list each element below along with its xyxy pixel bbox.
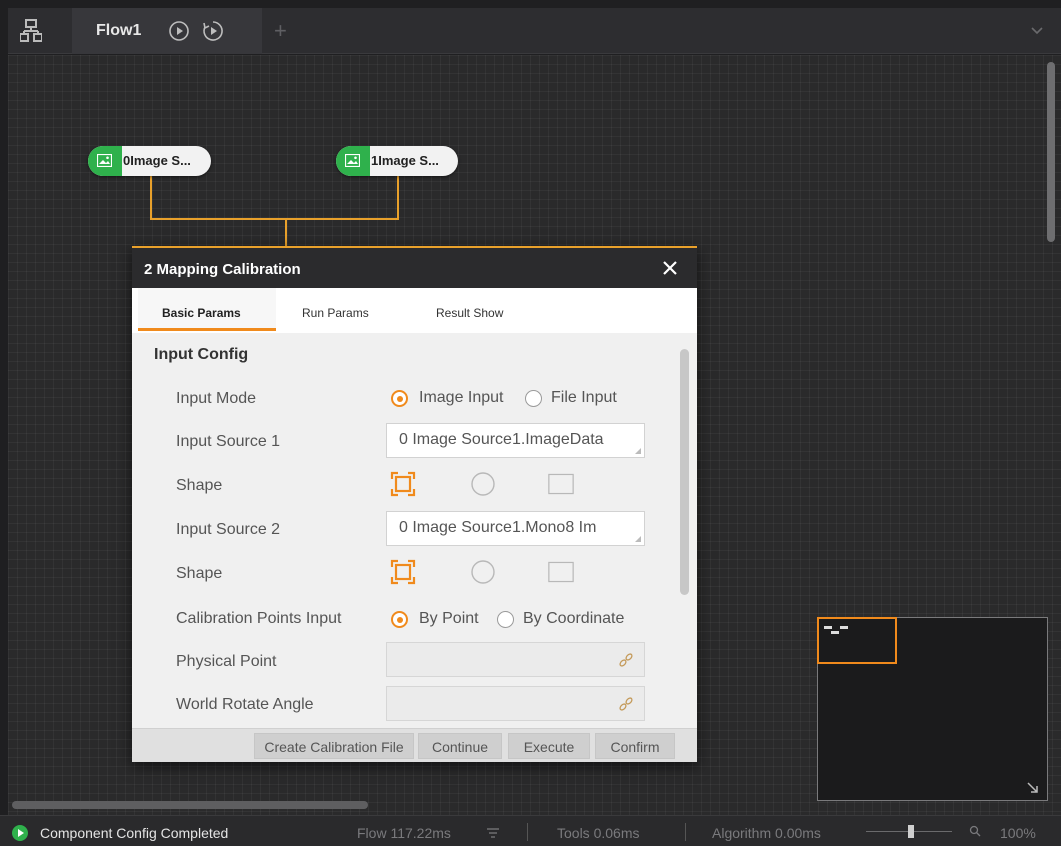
dialog-tabs: Basic Params Run Params Result Show	[132, 288, 697, 333]
calib-points-label: Calibration Points Input	[176, 610, 342, 627]
connector-wire	[150, 218, 399, 220]
roi-box-icon[interactable]	[390, 471, 416, 497]
image-icon	[345, 154, 360, 167]
status-message: Component Config Completed	[40, 825, 229, 841]
link-icon[interactable]	[618, 696, 634, 712]
radio-by-coordinate[interactable]	[497, 611, 514, 628]
dialog-footer: Create Calibration File Continue Execute…	[132, 728, 697, 762]
canvas-minimap[interactable]	[817, 617, 1048, 801]
image-icon	[97, 154, 112, 167]
loop-run-icon[interactable]	[202, 20, 224, 42]
play-status-icon	[12, 825, 28, 841]
close-icon[interactable]	[663, 261, 677, 275]
dialog-title: 2 Mapping Calibration	[144, 261, 301, 278]
zoom-level: 100%	[1000, 825, 1036, 841]
physical-point-field[interactable]	[386, 642, 645, 677]
mapping-calibration-dialog: 2 Mapping Calibration Basic Params Run P…	[132, 246, 697, 762]
rectangle-icon[interactable]	[548, 559, 574, 585]
circle-icon[interactable]	[470, 471, 496, 497]
filter-icon[interactable]	[486, 828, 500, 838]
dialog-scrollbar[interactable]	[680, 349, 689, 595]
input-source-1-select[interactable]: 0 Image Source1.ImageData	[386, 423, 645, 458]
zoom-slider-handle[interactable]	[908, 825, 914, 838]
algorithm-time: Algorithm 0.00ms	[712, 825, 821, 841]
circle-icon[interactable]	[470, 559, 496, 585]
tab-run-params[interactable]: Run Params	[302, 306, 369, 320]
input-source-2-label: Input Source 2	[176, 521, 281, 538]
expand-corner-icon[interactable]	[1027, 782, 1039, 794]
physical-point-label: Physical Point	[176, 653, 277, 670]
input-source-2-select[interactable]: 0 Image Source1.Mono8 Im	[386, 511, 645, 546]
node-image-source-0[interactable]: 0Image S...	[88, 146, 211, 176]
radio-file-input-label[interactable]: File Input	[551, 389, 617, 407]
radio-by-point[interactable]	[391, 611, 408, 628]
roi-box-icon[interactable]	[390, 559, 416, 585]
process-tree-icon[interactable]	[20, 19, 42, 43]
confirm-button[interactable]: Confirm	[595, 733, 675, 759]
canvas-horizontal-scrollbar[interactable]	[12, 801, 368, 809]
create-calibration-file-button[interactable]: Create Calibration File	[254, 733, 414, 759]
input-source-1-value: 0 Image Source1.ImageData	[399, 431, 604, 448]
canvas-vertical-scrollbar[interactable]	[1047, 62, 1055, 242]
radio-image-input[interactable]	[391, 390, 408, 407]
search-icon[interactable]	[969, 825, 981, 837]
node-image-source-1[interactable]: 1Image S...	[336, 146, 458, 176]
play-circle-icon[interactable]	[168, 20, 190, 42]
radio-file-input[interactable]	[525, 390, 542, 407]
node-label: 1Image S...	[371, 153, 439, 168]
world-rotate-angle-label: World Rotate Angle	[176, 696, 314, 713]
flow-tab-title: Flow1	[96, 22, 142, 39]
flow-tab-bar: Flow1 +	[8, 8, 1061, 54]
chevron-down-icon[interactable]	[1031, 26, 1043, 36]
input-mode-label: Input Mode	[176, 390, 257, 407]
radio-image-input-label[interactable]: Image Input	[419, 389, 504, 407]
link-icon[interactable]	[618, 652, 634, 668]
execute-button[interactable]: Execute	[508, 733, 590, 759]
section-input-config: Input Config	[154, 346, 249, 363]
connector-wire	[285, 218, 287, 248]
node-label: 0Image S...	[123, 153, 191, 168]
rectangle-icon[interactable]	[548, 471, 574, 497]
tools-time: Tools 0.06ms	[557, 825, 640, 841]
flow-time: Flow 117.22ms	[357, 825, 451, 841]
status-bar: Component Config Completed Flow 117.22ms…	[0, 815, 1061, 846]
tab-flow1[interactable]: Flow1	[72, 8, 262, 54]
active-tab-indicator	[138, 328, 276, 331]
continue-button[interactable]: Continue	[418, 733, 502, 759]
world-rotate-angle-field[interactable]	[386, 686, 645, 721]
input-source-2-value: 0 Image Source1.Mono8 Im	[399, 519, 597, 536]
minimap-viewport[interactable]	[817, 617, 897, 664]
input-source-1-label: Input Source 1	[176, 433, 281, 450]
dialog-title-bar[interactable]: 2 Mapping Calibration	[132, 246, 697, 288]
add-tab-button[interactable]: +	[274, 18, 287, 44]
connector-wire	[397, 176, 399, 220]
radio-by-point-label[interactable]: By Point	[419, 610, 479, 628]
shape-1-label: Shape	[176, 477, 223, 494]
shape-2-label: Shape	[176, 565, 223, 582]
radio-by-coordinate-label[interactable]: By Coordinate	[523, 610, 624, 628]
tab-result-show[interactable]: Result Show	[436, 306, 503, 320]
connector-wire	[150, 176, 152, 220]
tab-basic-params[interactable]: Basic Params	[162, 306, 241, 320]
